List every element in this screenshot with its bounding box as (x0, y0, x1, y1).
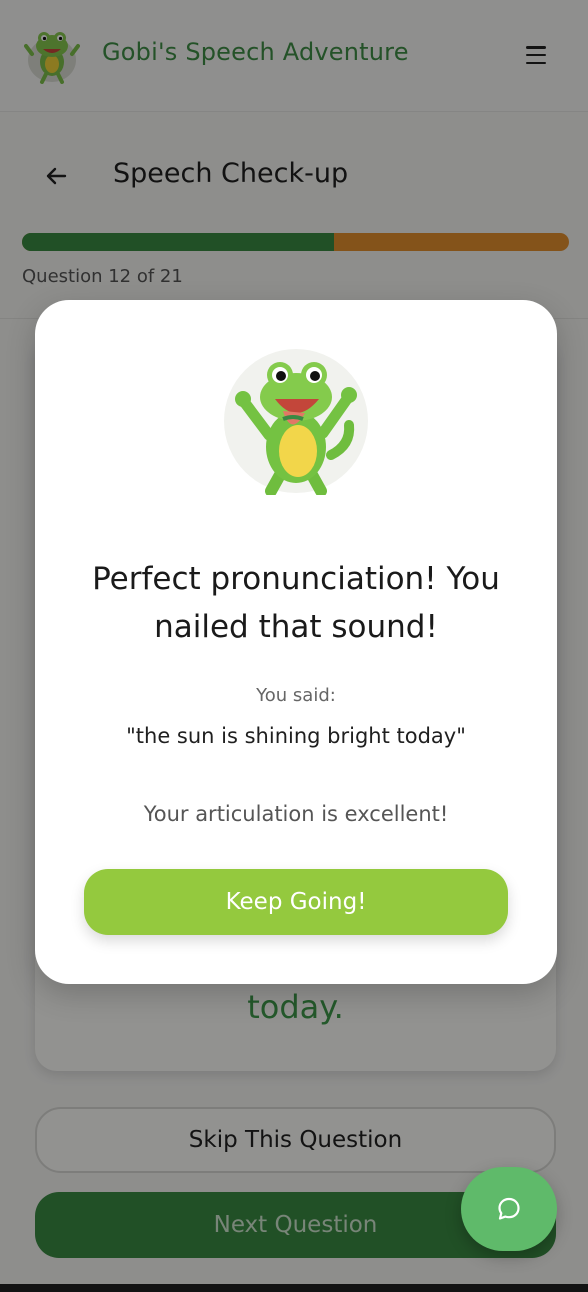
chat-bubble-icon[interactable] (461, 1167, 557, 1251)
keep-going-button[interactable]: Keep Going! (84, 869, 508, 935)
feedback-modal: Perfect pronunciation! You nailed that s… (35, 300, 557, 984)
frog-mascot-icon (223, 345, 369, 497)
app-root: Gobi's Speech Adventure Speech Check-up … (0, 0, 588, 1292)
you-said-label: You said: (256, 685, 336, 706)
transcript-text: "the sun is shining bright today" (126, 724, 466, 748)
modal-title: Perfect pronunciation! You nailed that s… (92, 561, 500, 645)
feedback-message: Your articulation is excellent! (143, 802, 449, 826)
